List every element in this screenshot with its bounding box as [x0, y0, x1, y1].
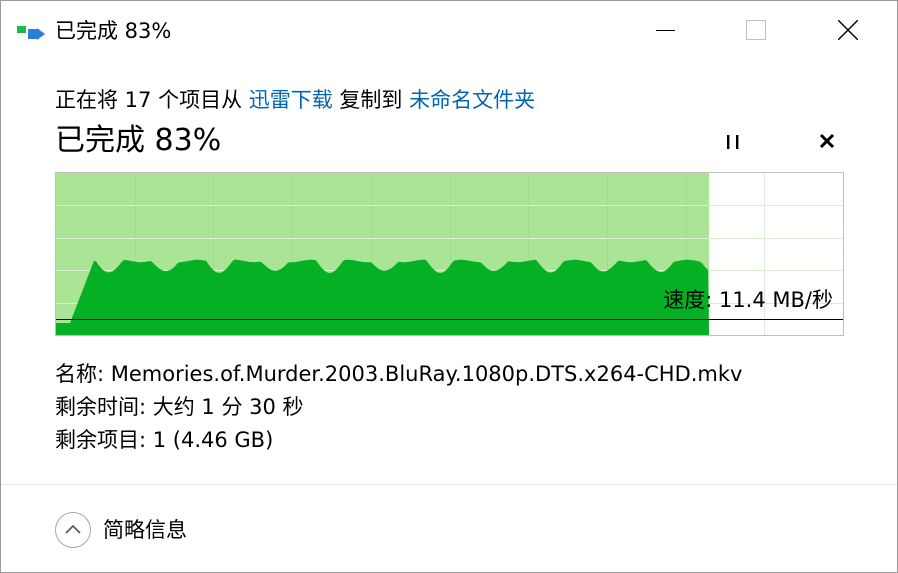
maximize-icon — [746, 20, 766, 40]
pause-icon — [727, 135, 739, 149]
minimize-button[interactable] — [621, 1, 711, 59]
minimize-icon — [656, 30, 675, 31]
items-remaining: 剩余项目: 1 (4.46 GB) — [55, 428, 274, 452]
speed-label: 速度: 11.4 MB/秒 — [663, 288, 833, 312]
maximize-button[interactable] — [711, 1, 801, 59]
copy-progress-dialog: 已完成 83% 正在将 17 个项目从 迅雷下载 复制到 未命名文件夹 已完成 … — [0, 0, 898, 573]
transfer-speed-graph: 速度: 11.4 MB/秒 — [55, 172, 844, 336]
copy-description: 正在将 17 个项目从 迅雷下载 复制到 未命名文件夹 — [55, 87, 535, 113]
copy-prefix: 正在将 17 个项目从 — [55, 88, 249, 112]
source-folder-link[interactable]: 迅雷下载 — [249, 88, 333, 112]
progress-percent: 已完成 83% — [55, 123, 222, 158]
copy-arrow-icon — [17, 23, 47, 41]
destination-folder-link[interactable]: 未命名文件夹 — [409, 88, 535, 112]
window-title: 已完成 83% — [55, 19, 172, 43]
divider — [1, 484, 897, 485]
less-details-button[interactable] — [55, 512, 91, 548]
close-icon — [838, 20, 858, 40]
file-name: 名称: Memories.of.Murder.2003.BluRay.1080p… — [55, 362, 743, 386]
chevron-up-icon — [65, 524, 81, 534]
copy-middle: 复制到 — [332, 88, 410, 112]
cancel-icon — [819, 133, 835, 149]
close-button[interactable] — [803, 1, 893, 59]
speed-area — [56, 259, 709, 335]
pause-button[interactable] — [715, 126, 751, 158]
title-bar[interactable]: 已完成 83% — [1, 1, 897, 59]
time-remaining: 剩余时间: 大约 1 分 30 秒 — [55, 395, 304, 419]
cancel-button[interactable] — [809, 126, 845, 158]
less-details-label[interactable]: 简略信息 — [103, 517, 187, 543]
